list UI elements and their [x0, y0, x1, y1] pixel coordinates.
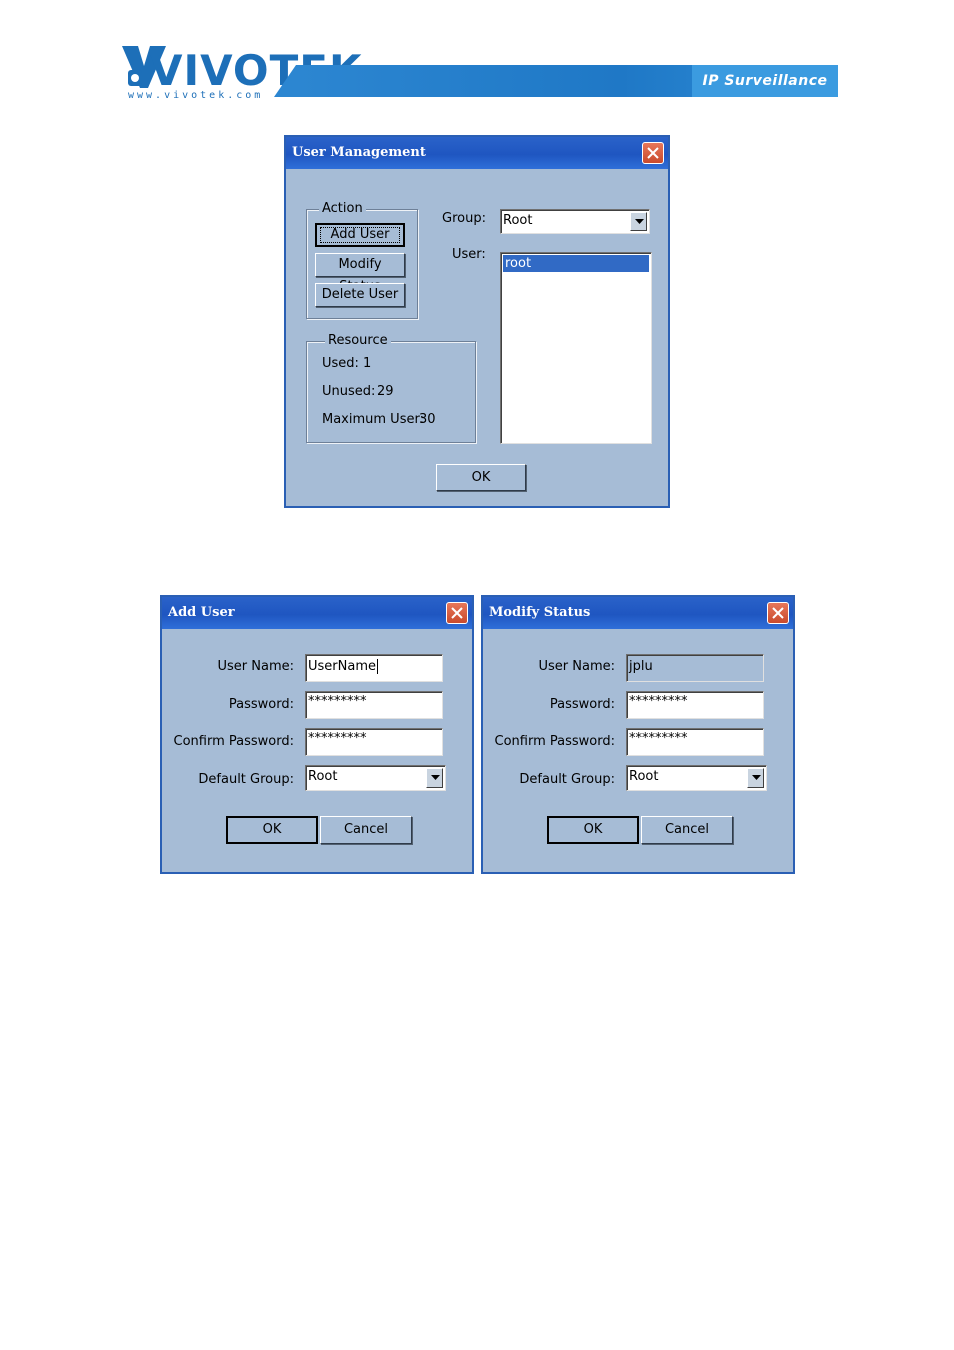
ok-label: OK — [262, 822, 282, 837]
default-group-value: Root — [629, 769, 659, 784]
username-label: User Name: — [217, 659, 295, 674]
default-group-label: Default Group: — [519, 772, 615, 787]
delete-user-button[interactable]: Delete User — [315, 283, 405, 307]
add-user-button[interactable]: Add User — [315, 223, 405, 247]
confirm-password-label: Confirm Password: — [173, 734, 294, 749]
default-group-dropdown-button[interactable] — [426, 768, 443, 788]
confirm-password-field[interactable]: ********* — [626, 728, 764, 756]
ok-button[interactable]: OK — [226, 816, 318, 844]
title-bar: User Management — [286, 137, 668, 169]
unused-value: 29 — [377, 384, 394, 399]
close-button[interactable] — [642, 142, 664, 164]
close-icon — [772, 607, 784, 619]
max-user-label: Maximum User: — [322, 412, 424, 427]
chevron-down-icon — [635, 219, 644, 224]
close-icon — [647, 147, 659, 159]
used-label: Used: — [322, 356, 359, 371]
logo-url: www.vivotek.com — [128, 90, 264, 101]
cancel-label: Cancel — [343, 822, 389, 837]
username-value: jplu — [629, 659, 653, 674]
header-tagline: IP Surveillance — [692, 65, 838, 97]
dialog-title: Add User — [168, 605, 235, 620]
password-field[interactable]: ********* — [305, 691, 443, 719]
group-combo-value: Root — [503, 213, 533, 228]
password-field[interactable]: ********* — [626, 691, 764, 719]
group-combo[interactable]: Root — [500, 209, 650, 234]
dialog-title: Modify Status — [489, 605, 591, 620]
ok-label: OK — [471, 470, 491, 485]
default-group-value: Root — [308, 769, 338, 784]
close-button[interactable] — [767, 602, 789, 624]
confirm-password-label: Confirm Password: — [494, 734, 615, 749]
ok-button[interactable]: OK — [436, 464, 526, 491]
group-label: Group: — [442, 211, 486, 226]
cancel-label: Cancel — [664, 822, 710, 837]
list-item[interactable]: root — [503, 255, 649, 272]
user-management-dialog: User Management Action Add User Modify S… — [284, 135, 670, 508]
title-bar: Modify Status — [483, 597, 793, 629]
default-group-combo[interactable]: Root — [305, 765, 446, 791]
password-label: Password: — [228, 697, 294, 712]
close-button[interactable] — [446, 602, 468, 624]
password-label: Password: — [549, 697, 615, 712]
username-field: jplu — [626, 654, 764, 682]
chevron-down-icon — [752, 775, 761, 780]
default-group-label: Default Group: — [198, 772, 294, 787]
username-label: User Name: — [538, 659, 616, 674]
default-group-dropdown-button[interactable] — [747, 768, 764, 788]
close-icon — [451, 607, 463, 619]
confirm-password-field[interactable]: ********* — [305, 728, 443, 756]
add-user-dialog: Add User User Name: UserName Password: *… — [160, 595, 474, 874]
confirm-password-value: ********* — [629, 731, 688, 746]
username-value: UserName — [308, 659, 376, 674]
password-value: ********* — [308, 694, 367, 709]
action-caption: Action — [319, 201, 366, 217]
unused-label: Unused: — [322, 384, 376, 399]
group-dropdown-button[interactable] — [630, 212, 647, 231]
chevron-down-icon — [431, 775, 440, 780]
ok-label: OK — [583, 822, 603, 837]
max-user-value: 30 — [419, 412, 436, 427]
used-value: 1 — [363, 356, 372, 371]
resource-caption: Resource — [325, 333, 391, 349]
text-caret — [376, 659, 378, 674]
title-bar: Add User — [162, 597, 472, 629]
cancel-button[interactable]: Cancel — [641, 816, 733, 844]
ok-button[interactable]: OK — [547, 816, 639, 844]
user-label: User: — [452, 247, 486, 262]
delete-user-label: Delete User — [321, 287, 399, 302]
user-listbox[interactable]: root — [500, 252, 652, 444]
default-group-combo[interactable]: Root — [626, 765, 767, 791]
add-user-label: Add User — [330, 227, 390, 242]
modify-status-dialog: Modify Status User Name: jplu Password: … — [481, 595, 795, 874]
password-value: ********* — [629, 694, 688, 709]
dialog-title: User Management — [292, 145, 426, 160]
cancel-button[interactable]: Cancel — [320, 816, 412, 844]
modify-status-button[interactable]: Modify Status — [315, 253, 405, 294]
confirm-password-value: ********* — [308, 731, 367, 746]
username-field[interactable]: UserName — [305, 654, 443, 682]
